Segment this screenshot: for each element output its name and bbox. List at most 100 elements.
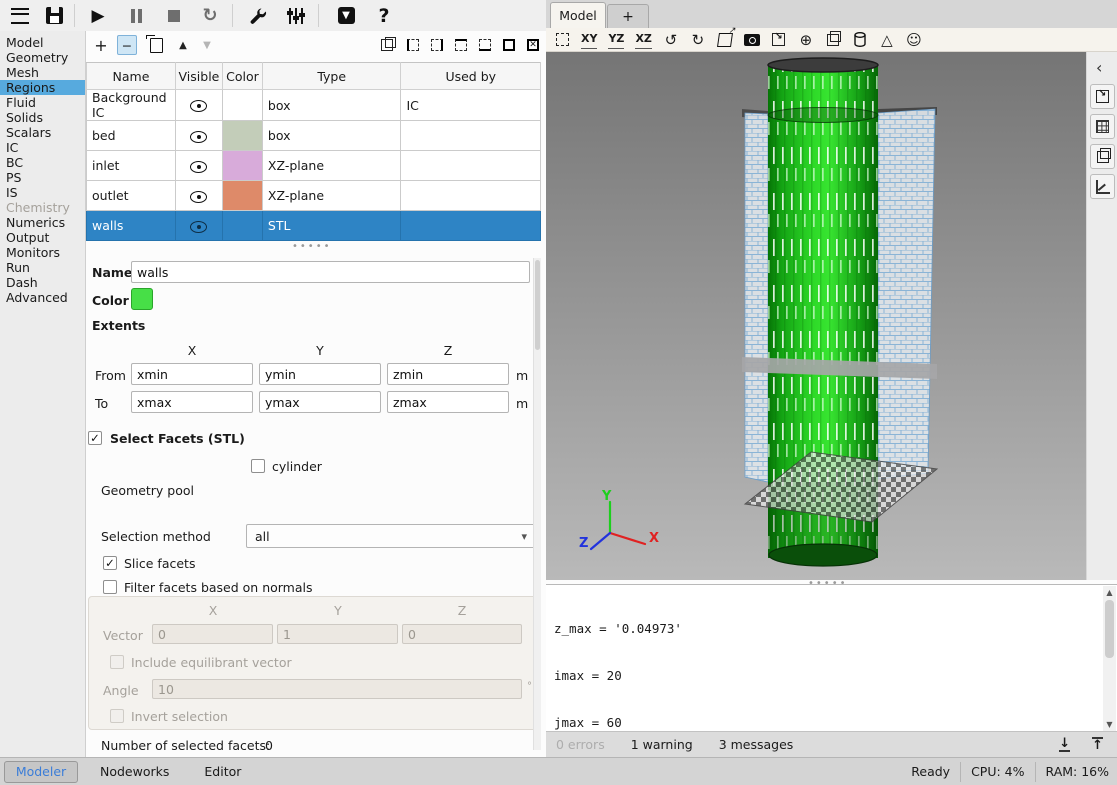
nav-item-ic[interactable]: IC: [0, 140, 85, 155]
reset-view-button[interactable]: [554, 31, 570, 49]
color-cell[interactable]: [222, 151, 262, 181]
new-tab-button[interactable]: +: [607, 4, 649, 28]
help-button[interactable]: ?: [368, 0, 400, 31]
nav-item-geometry[interactable]: Geometry: [0, 50, 85, 65]
table-row[interactable]: Background IC box IC: [87, 90, 541, 121]
settings-button[interactable]: [242, 0, 274, 31]
from-z-input[interactable]: [387, 363, 509, 385]
scroll-up-icon[interactable]: ▲: [1103, 586, 1116, 599]
move-up-button[interactable]: ▲: [174, 34, 192, 56]
toggle-mesh-button[interactable]: ⊕: [798, 31, 814, 49]
parameters-button[interactable]: [280, 0, 312, 31]
region-plane-left-button[interactable]: [404, 34, 422, 56]
errors-count[interactable]: 0 errors: [556, 737, 605, 752]
col-header-visible[interactable]: Visible: [175, 63, 222, 90]
toggle-geometry-button[interactable]: [771, 31, 787, 49]
region-stl-button[interactable]: ✕: [524, 34, 542, 56]
menu-button[interactable]: [4, 0, 36, 31]
toggle-axes-button[interactable]: [1090, 174, 1115, 199]
vtk-3d-view[interactable]: Y X Z: [546, 52, 1086, 580]
nav-item-fluid[interactable]: Fluid: [0, 95, 85, 110]
tab-editor[interactable]: Editor: [204, 764, 241, 779]
tab-nodeworks[interactable]: Nodeworks: [100, 764, 169, 779]
visible-cell[interactable]: [175, 181, 222, 211]
duplicate-region-button[interactable]: [146, 34, 166, 56]
tab-modeler[interactable]: Modeler: [4, 761, 78, 783]
toggle-stl-visibility-button[interactable]: [1090, 84, 1115, 109]
view-xy-button[interactable]: XY: [581, 30, 597, 49]
visible-cell[interactable]: [175, 151, 222, 181]
move-down-button[interactable]: ▼: [198, 34, 216, 56]
nav-item-mesh[interactable]: Mesh: [0, 65, 85, 80]
nav-item-ps[interactable]: PS: [0, 170, 85, 185]
table-row[interactable]: outlet XZ-plane: [87, 181, 541, 211]
splitter-handle[interactable]: •••••: [292, 241, 332, 252]
region-plane-top-button[interactable]: [452, 34, 470, 56]
nav-item-numerics[interactable]: Numerics: [0, 215, 85, 230]
export-button[interactable]: ▼: [330, 0, 362, 31]
color-cell[interactable]: [222, 181, 262, 211]
pause-button[interactable]: [120, 0, 152, 31]
table-row-selected[interactable]: walls STL: [87, 211, 541, 241]
messages-count[interactable]: 3 messages: [719, 737, 794, 752]
table-row[interactable]: bed box: [87, 121, 541, 151]
visual-style-button[interactable]: ☺: [906, 31, 922, 49]
form-scrollbar[interactable]: [533, 258, 541, 750]
to-y-input[interactable]: [259, 391, 381, 413]
color-cell[interactable]: [222, 90, 262, 121]
from-x-input[interactable]: [131, 363, 253, 385]
visible-cell[interactable]: [175, 211, 222, 241]
reset-button[interactable]: ↻: [194, 0, 226, 31]
scrollbar-thumb[interactable]: [1105, 600, 1114, 658]
stop-button[interactable]: [158, 0, 190, 31]
col-header-color[interactable]: Color: [222, 63, 262, 90]
table-row[interactable]: inlet XZ-plane: [87, 151, 541, 181]
scroll-down-icon[interactable]: ▼: [1103, 718, 1116, 731]
save-button[interactable]: [38, 0, 70, 31]
from-y-input[interactable]: [259, 363, 381, 385]
warnings-count[interactable]: 1 warning: [631, 737, 693, 752]
tab-model[interactable]: Model: [550, 2, 606, 28]
rotate-right-button[interactable]: ↻: [690, 31, 706, 49]
col-header-usedby[interactable]: Used by: [401, 63, 541, 90]
region-plane-right-button[interactable]: [428, 34, 446, 56]
view-xz-button[interactable]: XZ: [635, 30, 651, 49]
remove-region-button[interactable]: −: [116, 34, 138, 56]
collapse-panel-button[interactable]: ‹: [1096, 58, 1102, 77]
add-region-button[interactable]: +: [92, 34, 110, 56]
filter-facets-checkbox[interactable]: [103, 580, 117, 594]
run-button[interactable]: ▶: [82, 0, 114, 31]
region-color-swatch[interactable]: [131, 288, 153, 310]
region-name-input[interactable]: [131, 261, 530, 283]
to-x-input[interactable]: [131, 391, 253, 413]
slice-facets-checkbox[interactable]: ✓: [103, 556, 117, 570]
color-cell[interactable]: [222, 121, 262, 151]
col-header-type[interactable]: Type: [262, 63, 401, 90]
toggle-regions-button[interactable]: [825, 31, 841, 49]
toggle-box-button[interactable]: [1090, 144, 1115, 169]
nav-item-output[interactable]: Output: [0, 230, 85, 245]
scroll-to-bottom-icon[interactable]: ↓: [1059, 737, 1070, 752]
scroll-to-top-icon[interactable]: ↑: [1092, 737, 1103, 752]
cone-tool-button[interactable]: △: [879, 31, 895, 49]
nav-item-model[interactable]: Model: [0, 35, 85, 50]
nav-item-dash[interactable]: Dash: [0, 275, 85, 290]
toggle-grid-button[interactable]: [1090, 114, 1115, 139]
nav-item-monitors[interactable]: Monitors: [0, 245, 85, 260]
nav-item-run[interactable]: Run: [0, 260, 85, 275]
to-z-input[interactable]: [387, 391, 509, 413]
nav-item-regions[interactable]: Regions: [0, 80, 85, 95]
projection-button[interactable]: [717, 31, 733, 49]
nav-item-bc[interactable]: BC: [0, 155, 85, 170]
cylinder-tool-button[interactable]: [852, 31, 868, 49]
visible-cell[interactable]: [175, 121, 222, 151]
select-facets-checkbox[interactable]: ✓: [88, 431, 102, 445]
rotate-left-button[interactable]: ↺: [663, 31, 679, 49]
nav-item-advanced[interactable]: Advanced: [0, 290, 85, 305]
selection-method-combobox[interactable]: all ▾: [246, 524, 536, 548]
nav-item-solids[interactable]: Solids: [0, 110, 85, 125]
screenshot-button[interactable]: [744, 31, 760, 49]
nav-item-scalars[interactable]: Scalars: [0, 125, 85, 140]
col-header-name[interactable]: Name: [87, 63, 176, 90]
console-scrollbar[interactable]: ▲ ▼: [1103, 586, 1116, 731]
